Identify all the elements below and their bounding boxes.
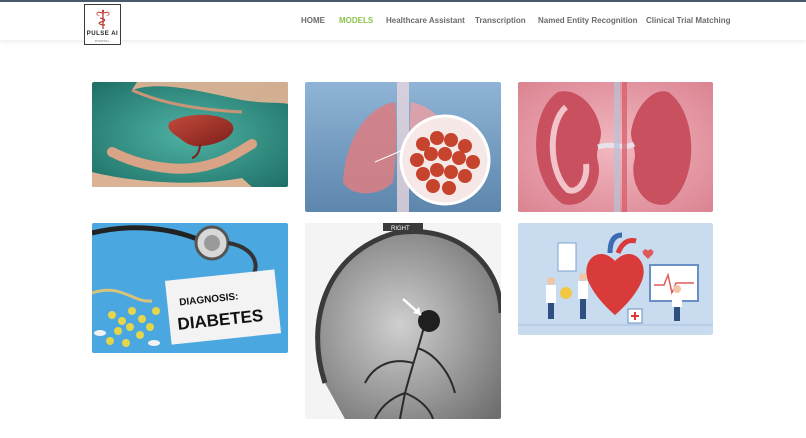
nav-transcription[interactable]: Transcription [475, 16, 526, 25]
nav-healthcare-assistant[interactable]: Healthcare Assistant [386, 16, 465, 25]
lungs-image [305, 82, 501, 212]
model-card-lungs[interactable] [305, 82, 501, 212]
liver-image [92, 82, 288, 187]
nav-home[interactable]: HOME [301, 16, 325, 25]
model-card-angiogram[interactable]: RIGHT [305, 223, 501, 419]
model-card-kidney[interactable] [518, 82, 713, 212]
caduceus-icon [96, 9, 110, 29]
nav-named-entity-recognition[interactable]: Named Entity Recognition [538, 16, 638, 25]
diabetes-image: DIAGNOSIS: DIABETES [92, 223, 288, 353]
kidney-image [518, 82, 713, 212]
logo-title: PULSE AI [86, 31, 119, 37]
nav-clinical-trial-matching[interactable]: Clinical Trial Matching [646, 16, 730, 25]
model-card-heart[interactable] [518, 223, 713, 335]
model-card-liver[interactable] [92, 82, 288, 187]
model-card-diabetes[interactable]: DIAGNOSIS: DIABETES [92, 223, 288, 353]
site-logo[interactable]: PULSE AI PORTAL [84, 4, 121, 45]
orientation-label: RIGHT [391, 226, 410, 232]
angiogram-image: RIGHT [305, 223, 501, 419]
heart-image [518, 223, 713, 335]
nav-models[interactable]: MODELS [339, 16, 373, 25]
logo-tagline: PORTAL [95, 39, 110, 43]
